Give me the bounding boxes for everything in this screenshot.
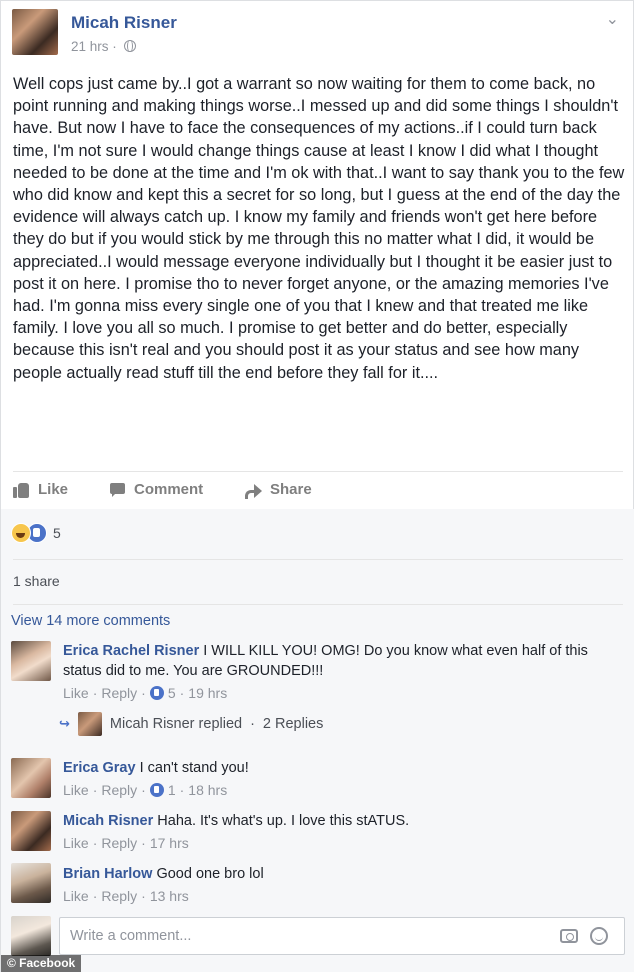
comment-text: Haha. It's what's up. I love this stATUS… (153, 813, 410, 829)
facebook-post: Micah Risner 21 hrs · ⌄ Well cops just c… (0, 0, 634, 972)
share-icon (245, 482, 263, 499)
comment-reply-link[interactable]: Reply (101, 888, 137, 904)
reply-avatar (77, 712, 102, 736)
separator: · (141, 685, 146, 701)
comment-time[interactable]: 18 hrs (188, 782, 227, 798)
separator: · (141, 782, 146, 798)
like-reaction-icon (149, 783, 164, 797)
comment-label: Comment (134, 481, 204, 498)
reply-author-name: Micah Risner (109, 716, 195, 732)
camera-icon[interactable] (560, 929, 578, 943)
share-button[interactable]: Share (245, 481, 312, 499)
comment-body: Brian Harlow Good one bro lol (63, 864, 623, 884)
current-user-avatar (11, 916, 51, 956)
comment-meta: Like · Reply · 1 · 18 hrs (63, 782, 227, 798)
reply-arrow-icon: ↪ (59, 716, 70, 731)
comment-time[interactable]: 13 hrs (150, 888, 189, 904)
share-label: Share (270, 481, 312, 498)
smiley-icon[interactable] (590, 927, 608, 945)
commenter-name[interactable]: Brian Harlow (63, 866, 152, 882)
commenter-name[interactable]: Micah Risner (63, 813, 153, 829)
comment-reply-link[interactable]: Reply (101, 835, 137, 851)
comment-input[interactable]: Write a comment... (59, 917, 625, 955)
comment-meta: Like · Reply · 5 · 19 hrs (63, 685, 227, 701)
like-icon (13, 482, 31, 498)
author-avatar[interactable] (12, 9, 58, 55)
comment-meta: Like · Reply · 13 hrs (63, 888, 189, 904)
commenter-avatar[interactable] (11, 758, 51, 798)
reply-author: Micah Risner replied (110, 716, 242, 732)
reaction-count: 5 (53, 525, 61, 541)
like-label: Like (38, 481, 69, 498)
comment-icon (109, 482, 127, 498)
reply-action: replied (198, 716, 243, 732)
comment-reaction-count[interactable]: 5 (168, 685, 176, 701)
options-chevron-icon[interactable]: ⌄ (606, 9, 619, 29)
comment-like-link[interactable]: Like (63, 835, 89, 851)
post-time-dot: · (112, 39, 117, 54)
separator: · (92, 835, 98, 851)
comment-body: Erica Rachel Risner I WILL KILL YOU! OMG… (63, 641, 623, 681)
commenter-avatar[interactable] (11, 811, 51, 851)
commenter-avatar[interactable] (11, 863, 51, 903)
reactions-summary[interactable]: 5 (11, 523, 61, 543)
divider (13, 559, 623, 560)
comment-composer: Write a comment... (1, 911, 634, 961)
action-bar: Like Comment Share (1, 473, 634, 509)
comment-reply-link[interactable]: Reply (101, 685, 137, 701)
like-reaction-icon (149, 686, 164, 700)
comment-reply-link[interactable]: Reply (101, 782, 137, 798)
comment-input-placeholder: Write a comment... (70, 928, 192, 944)
divider (13, 471, 623, 472)
separator: · (141, 835, 146, 851)
post-time-text[interactable]: 21 hrs (71, 39, 109, 54)
comment-like-link[interactable]: Like (63, 685, 89, 701)
view-replies-link[interactable]: ↪ Micah Risner replied · 2 Replies (59, 712, 323, 736)
post-text: Well cops just came by..I got a warrant … (13, 75, 625, 382)
comment-button[interactable]: Comment (109, 481, 203, 498)
separator: · (92, 685, 98, 701)
comment-time[interactable]: 19 hrs (188, 685, 227, 701)
comment-text: I can't stand you! (135, 760, 249, 776)
globe-icon[interactable] (123, 39, 136, 52)
share-count[interactable]: 1 share (13, 573, 60, 589)
comment-text: Good one bro lol (152, 866, 264, 882)
comment-meta: Like · Reply · 17 hrs (63, 835, 189, 851)
separator: · (141, 888, 146, 904)
view-more-comments-link[interactable]: View 14 more comments (11, 613, 170, 629)
author-name[interactable]: Micah Risner (71, 13, 177, 33)
separator: · (92, 888, 98, 904)
commenter-name[interactable]: Erica Rachel Risner (63, 643, 199, 659)
commenter-avatar[interactable] (11, 641, 51, 681)
separator: · (250, 716, 255, 732)
comment-reaction-count[interactable]: 1 (168, 782, 176, 798)
commenter-name[interactable]: Erica Gray (63, 760, 136, 776)
image-credit: © Facebook (1, 955, 82, 972)
comment-body: Erica Gray I can't stand you! (63, 758, 623, 778)
separator: · (179, 782, 185, 798)
comment-like-link[interactable]: Like (63, 782, 89, 798)
comment-time[interactable]: 17 hrs (150, 835, 189, 851)
haha-reaction-icon (11, 523, 31, 543)
separator: · (92, 782, 98, 798)
like-button[interactable]: Like (13, 481, 68, 498)
comment-body: Micah Risner Haha. It's what's up. I lov… (63, 811, 623, 831)
reply-count: 2 Replies (262, 716, 324, 732)
comment-like-link[interactable]: Like (63, 888, 89, 904)
divider (13, 604, 623, 605)
separator: · (179, 685, 185, 701)
post-timestamp: 21 hrs · (71, 39, 136, 54)
